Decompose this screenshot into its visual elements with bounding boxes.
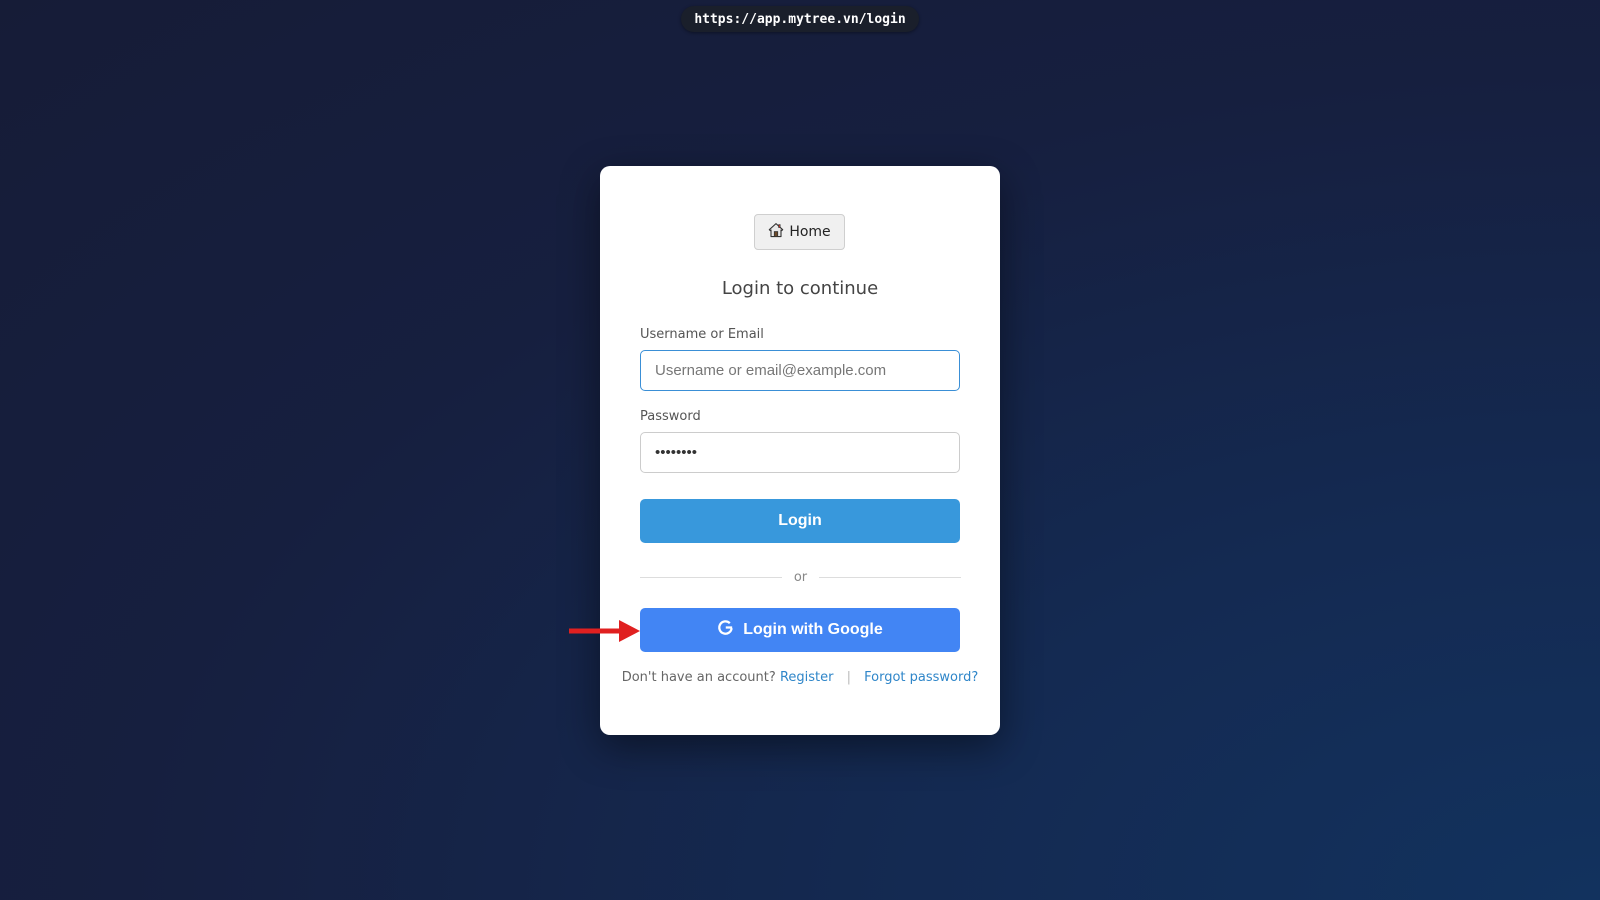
divider-line-right — [819, 576, 961, 578]
register-link[interactable]: Register — [780, 670, 834, 685]
home-icon — [768, 222, 784, 242]
password-input[interactable] — [640, 432, 960, 473]
url-bar: https://app.mytree.vn/login — [681, 6, 919, 32]
account-links: Don't have an account? Register | Forgot… — [600, 670, 1000, 685]
password-label: Password — [640, 409, 701, 424]
home-button[interactable]: Home — [754, 214, 845, 250]
login-card: Home Login to continue Username or Email… — [600, 166, 1000, 735]
home-button-label: Home — [789, 224, 831, 240]
divider-text: or — [793, 569, 808, 585]
forgot-password-link[interactable]: Forgot password? — [864, 670, 978, 685]
page-title: Login to continue — [721, 278, 879, 299]
register-prompt: Don't have an account? — [621, 670, 776, 685]
username-label: Username or Email — [640, 327, 764, 342]
or-divider: or — [640, 567, 961, 587]
divider-line-left — [640, 576, 782, 578]
link-separator: | — [846, 670, 851, 685]
username-input[interactable] — [640, 350, 960, 391]
login-button[interactable]: Login — [640, 499, 960, 543]
google-g-icon — [717, 619, 734, 641]
google-button-label: Login with Google — [743, 621, 883, 638]
login-with-google-button[interactable]: Login with Google — [640, 608, 960, 652]
